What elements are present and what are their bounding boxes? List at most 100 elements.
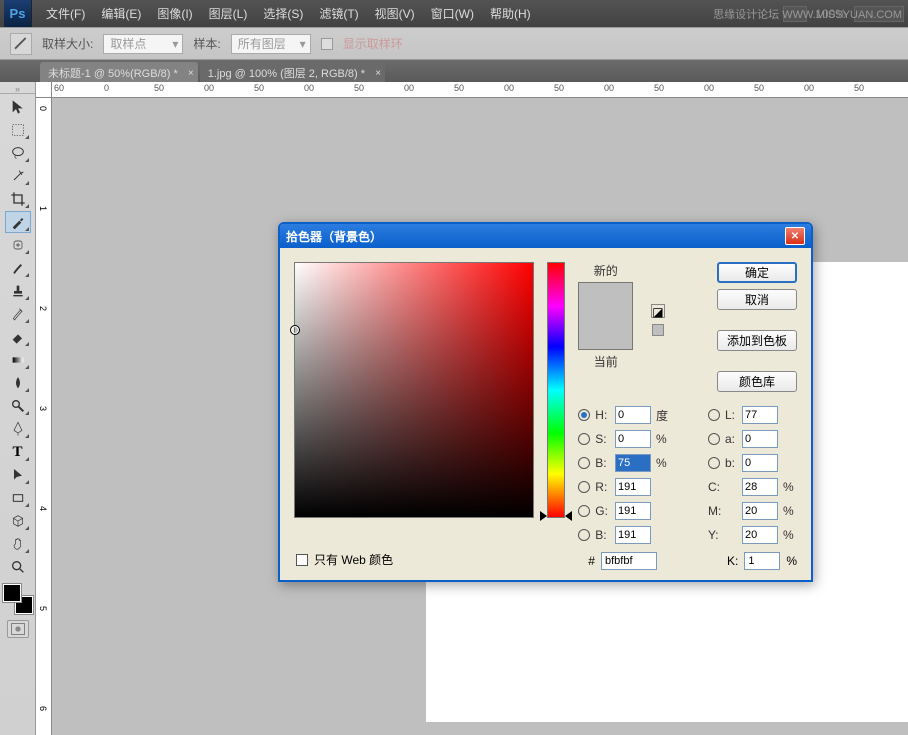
- r-input[interactable]: [615, 478, 651, 496]
- hex-input[interactable]: [601, 552, 657, 570]
- tool-preset-icon[interactable]: [10, 33, 32, 55]
- show-ring-checkbox[interactable]: [321, 38, 333, 50]
- ruler-origin[interactable]: [36, 82, 52, 98]
- marquee-tool[interactable]: [5, 119, 31, 141]
- sample-size-combo[interactable]: 取样点: [103, 34, 183, 54]
- horizontal-ruler[interactable]: 60 0 50 00 50 00 50 00 50 00 50 00 50 00…: [52, 82, 908, 98]
- eyedropper-tool[interactable]: [5, 211, 31, 233]
- dialog-titlebar[interactable]: 拾色器（背景色） ✕: [280, 224, 811, 248]
- m-input[interactable]: [742, 502, 778, 520]
- color-picker-dialog: 拾色器（背景色） ✕ 新的 当前 ◪: [278, 222, 813, 582]
- hand-tool[interactable]: [5, 533, 31, 555]
- a-radio[interactable]: [708, 433, 720, 445]
- bb-radio[interactable]: [578, 529, 590, 541]
- color-swatches[interactable]: [3, 584, 33, 614]
- watermark: 思缘设计论坛 WWW.MISSYUAN.COM: [713, 6, 902, 22]
- foreground-color-swatch[interactable]: [3, 584, 21, 602]
- 3d-tool[interactable]: [5, 510, 31, 532]
- websafe-warning-icon[interactable]: [652, 324, 664, 336]
- saturation-value-field[interactable]: [294, 262, 534, 518]
- b-radio[interactable]: [578, 457, 590, 469]
- current-color-swatch: [579, 316, 632, 349]
- web-only-label: 只有 Web 颜色: [314, 551, 393, 568]
- current-color-label: 当前: [594, 353, 618, 370]
- bb-input[interactable]: [615, 526, 651, 544]
- stamp-tool[interactable]: [5, 280, 31, 302]
- close-icon[interactable]: ×: [188, 68, 194, 79]
- close-icon[interactable]: ×: [375, 68, 381, 79]
- brush-tool[interactable]: [5, 257, 31, 279]
- path-select-tool[interactable]: [5, 464, 31, 486]
- eraser-tool[interactable]: [5, 326, 31, 348]
- menu-image[interactable]: 图像(I): [149, 5, 200, 22]
- hex-label: #: [588, 554, 595, 568]
- pen-tool[interactable]: [5, 418, 31, 440]
- g-radio[interactable]: [578, 505, 590, 517]
- l-input[interactable]: [742, 406, 778, 424]
- close-button[interactable]: ✕: [785, 227, 805, 245]
- menu-select[interactable]: 选择(S): [255, 5, 311, 22]
- a-input[interactable]: [742, 430, 778, 448]
- web-only-checkbox[interactable]: [296, 554, 308, 566]
- show-ring-label: 显示取样环: [343, 35, 403, 52]
- zoom-tool[interactable]: [5, 556, 31, 578]
- l-radio[interactable]: [708, 409, 720, 421]
- tab-1jpg[interactable]: 1.jpg @ 100% (图层 2, RGB/8) *×: [200, 62, 385, 82]
- dialog-title: 拾色器（背景色）: [286, 228, 382, 245]
- color-library-button[interactable]: 颜色库: [717, 371, 797, 392]
- sample-label: 样本:: [193, 35, 220, 52]
- lb-radio[interactable]: [708, 457, 720, 469]
- web-only-checkbox-row[interactable]: 只有 Web 颜色: [296, 551, 393, 568]
- sample-layers-combo[interactable]: 所有图层: [231, 34, 311, 54]
- h-input[interactable]: [615, 406, 651, 424]
- shape-tool[interactable]: [5, 487, 31, 509]
- type-tool[interactable]: T: [5, 441, 31, 463]
- new-color-label: 新的: [594, 262, 618, 279]
- bv-input[interactable]: [615, 454, 651, 472]
- lb-input[interactable]: [742, 454, 778, 472]
- sv-cursor-icon[interactable]: [290, 325, 300, 335]
- quick-mask-icon[interactable]: [7, 620, 29, 638]
- move-tool[interactable]: [5, 96, 31, 118]
- tab-untitled[interactable]: 未标题-1 @ 50%(RGB/8) *×: [40, 62, 198, 82]
- menu-view[interactable]: 视图(V): [367, 5, 423, 22]
- dodge-tool[interactable]: [5, 395, 31, 417]
- ok-button[interactable]: 确定: [717, 262, 797, 283]
- menu-edit[interactable]: 编辑(E): [93, 5, 149, 22]
- wand-tool[interactable]: [5, 165, 31, 187]
- add-swatch-button[interactable]: 添加到色板: [717, 330, 797, 351]
- menu-file[interactable]: 文件(F): [38, 5, 93, 22]
- c-input[interactable]: [742, 478, 778, 496]
- menu-layer[interactable]: 图层(L): [201, 5, 256, 22]
- gamut-warning-icon[interactable]: ◪: [651, 304, 665, 318]
- crop-tool[interactable]: [5, 188, 31, 210]
- y-input[interactable]: [742, 526, 778, 544]
- color-preview[interactable]: [578, 282, 633, 350]
- hue-slider[interactable]: [547, 262, 565, 518]
- toolbox-collapse-icon[interactable]: »: [0, 84, 35, 94]
- history-brush-tool[interactable]: [5, 303, 31, 325]
- hue-pointer-icon: [540, 511, 547, 521]
- r-radio[interactable]: [578, 481, 590, 493]
- h-radio[interactable]: [578, 409, 590, 421]
- vertical-ruler[interactable]: 0 1 2 3 4 5 6: [36, 98, 52, 735]
- options-bar: 取样大小: 取样点 样本: 所有图层 显示取样环: [0, 27, 908, 60]
- sample-size-label: 取样大小:: [42, 35, 93, 52]
- cancel-button[interactable]: 取消: [717, 289, 797, 310]
- s-radio[interactable]: [578, 433, 590, 445]
- blur-tool[interactable]: [5, 372, 31, 394]
- toolbox: » T: [0, 82, 36, 735]
- k-input[interactable]: [744, 552, 780, 570]
- app-logo: Ps: [4, 0, 32, 27]
- menu-window[interactable]: 窗口(W): [423, 5, 482, 22]
- gradient-tool[interactable]: [5, 349, 31, 371]
- hue-pointer-icon: [565, 511, 572, 521]
- heal-tool[interactable]: [5, 234, 31, 256]
- new-color-swatch: [579, 283, 632, 316]
- lasso-tool[interactable]: [5, 142, 31, 164]
- menu-help[interactable]: 帮助(H): [482, 5, 539, 22]
- menu-filter[interactable]: 滤镜(T): [311, 5, 366, 22]
- document-tab-bar: 未标题-1 @ 50%(RGB/8) *× 1.jpg @ 100% (图层 2…: [0, 60, 908, 82]
- s-input[interactable]: [615, 430, 651, 448]
- g-input[interactable]: [615, 502, 651, 520]
